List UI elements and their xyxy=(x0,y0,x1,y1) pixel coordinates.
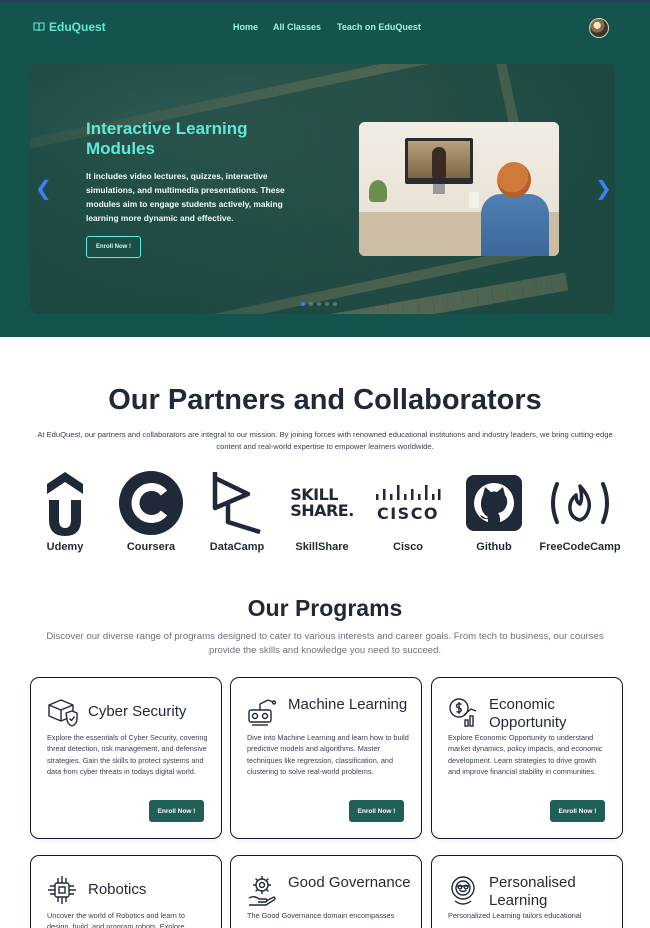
partner-name: Github xyxy=(476,541,512,553)
skillshare-logo-icon: SKILL SHARE. xyxy=(290,487,354,519)
partner-name: DataCamp xyxy=(209,541,265,553)
slide-enroll-button[interactable]: Enroll Now ! xyxy=(86,236,141,258)
machine-learning-icon xyxy=(248,699,277,726)
photo-teacher xyxy=(432,147,446,178)
partner-skillshare[interactable]: SKILL SHARE. SkillShare xyxy=(277,470,367,554)
cisco-bars-icon xyxy=(376,484,441,500)
partner-github[interactable]: Github xyxy=(449,470,539,553)
card-description: Explore Economic Opportunity to understa… xyxy=(448,733,603,776)
nav-all-classes-link[interactable]: All Classes xyxy=(273,22,321,32)
photo-plant xyxy=(369,180,387,202)
github-logo-icon xyxy=(466,475,522,531)
partner-name: Coursera xyxy=(126,541,176,553)
partner-name: FreeCodeCamp xyxy=(539,541,621,553)
slide-photo-kid-online-class xyxy=(359,122,559,256)
program-card-machine-learning: Machine Learning Dive into Machine Learn… xyxy=(230,677,422,839)
partner-name: Udemy xyxy=(46,541,84,553)
photo-monitor xyxy=(405,138,473,184)
nav-home-link[interactable]: Home xyxy=(233,22,258,32)
robot-chip-icon xyxy=(48,876,76,904)
card-title: Machine Learning xyxy=(288,696,408,713)
program-card-robotics: Robotics Uncover the world of Robotics a… xyxy=(30,855,222,928)
personal-learner-icon xyxy=(451,876,475,905)
hero-carousel: Interactive Learning Modules It includes… xyxy=(30,64,615,314)
partner-udemy[interactable]: Udemy xyxy=(20,470,110,553)
card-title: Personalised Learning xyxy=(489,874,576,909)
carousel-dot[interactable] xyxy=(333,302,337,306)
card-title: Economic Opportunity xyxy=(489,696,567,731)
brand[interactable]: EduQuest xyxy=(33,20,106,34)
card-title: Robotics xyxy=(88,881,147,898)
photo-kid-body xyxy=(481,194,549,256)
security-box-icon xyxy=(48,699,78,727)
freecodecamp-logo-icon xyxy=(551,482,609,524)
carousel-dot[interactable] xyxy=(309,302,313,306)
partner-name: Cisco xyxy=(393,541,423,553)
governance-gear-icon xyxy=(248,876,276,906)
programs-description: Discover our diverse range of programs d… xyxy=(46,631,604,656)
user-avatar[interactable] xyxy=(589,18,609,38)
program-card-cyber-security: Cyber Security Explore the essentials of… xyxy=(30,677,222,839)
slide-description: It includes video lectures, quizzes, int… xyxy=(86,171,285,223)
photo-cup xyxy=(469,192,479,208)
navbar: EduQuest Home All Classes Teach on EduQu… xyxy=(0,2,650,54)
carousel-dots xyxy=(301,302,337,306)
coursera-logo-icon xyxy=(119,471,183,535)
economic-growth-icon xyxy=(449,698,477,727)
photo-monitor-stand xyxy=(433,184,445,194)
partner-datacamp[interactable]: DataCamp xyxy=(192,470,282,553)
program-card-personalised-learning: Personalised Learning Personalized Learn… xyxy=(431,855,623,928)
carousel-next-arrow-icon[interactable]: ❯ xyxy=(595,178,612,200)
enroll-button[interactable]: Enroll Now ! xyxy=(550,800,605,822)
enroll-button[interactable]: Enroll Now ! xyxy=(149,800,204,822)
photo-screen xyxy=(408,141,470,178)
hero-section: EduQuest Home All Classes Teach on EduQu… xyxy=(0,0,650,337)
cisco-logo-text: CISCO xyxy=(376,503,440,523)
partner-coursera[interactable]: Coursera xyxy=(106,470,196,553)
card-description: The Good Governance domain encompasses xyxy=(247,911,395,920)
partner-cisco[interactable]: CISCO Cisco xyxy=(363,470,453,553)
card-title: Cyber Security xyxy=(88,703,187,720)
partners-description: At EduQuest, our partners and collaborat… xyxy=(37,430,613,451)
programs-title: Our Programs xyxy=(247,595,403,621)
photo-kid-head xyxy=(497,162,531,198)
program-card-economic-opportunity: Economic Opportunity Explore Economic Op… xyxy=(431,677,623,839)
carousel-dot[interactable] xyxy=(325,302,329,306)
partner-name: SkillShare xyxy=(295,541,349,553)
card-description: Uncover the world of Robotics and learn … xyxy=(47,911,185,928)
enroll-button[interactable]: Enroll Now ! xyxy=(349,800,404,822)
slide-title: Interactive Learning Modules xyxy=(86,119,248,158)
skillshare-logo-line-2: SHARE. xyxy=(290,501,354,520)
brand-name: EduQuest xyxy=(49,20,106,34)
card-description: Dive into Machine Learning and learn how… xyxy=(247,733,409,776)
program-card-good-governance: Good Governance The Good Governance doma… xyxy=(230,855,422,928)
carousel-dot[interactable] xyxy=(301,302,305,306)
card-title: Good Governance xyxy=(288,874,411,891)
carousel-prev-arrow-icon[interactable]: ❮ xyxy=(35,178,52,200)
card-description: Explore the essentials of Cyber Security… xyxy=(47,733,208,776)
carousel-dot[interactable] xyxy=(317,302,321,306)
card-description: Personalized Learning tailors educationa… xyxy=(448,911,582,920)
nav-links: Home All Classes Teach on EduQuest xyxy=(233,22,436,32)
datacamp-logo-icon xyxy=(212,472,261,535)
partners-title: Our Partners and Collaborators xyxy=(108,384,542,416)
nav-teach-link[interactable]: Teach on EduQuest xyxy=(337,22,421,32)
partner-freecodecamp[interactable]: FreeCodeCamp xyxy=(535,470,625,553)
book-icon xyxy=(33,22,45,32)
udemy-logo-icon xyxy=(47,472,83,536)
